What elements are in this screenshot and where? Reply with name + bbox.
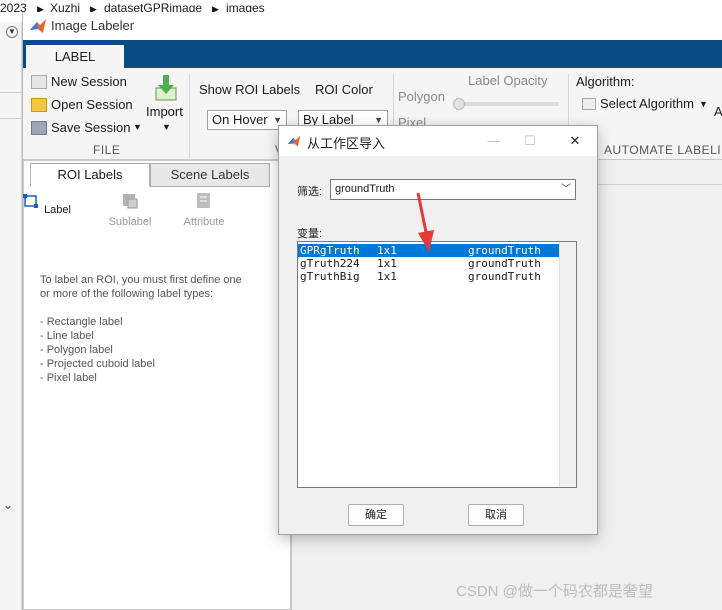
- chevron-down-icon[interactable]: ▼: [6, 26, 18, 38]
- sublabel-tool[interactable]: Sublabel: [100, 191, 160, 228]
- chevron-down-icon[interactable]: ▼: [133, 122, 142, 132]
- variable-size: 1x1: [377, 270, 397, 283]
- matlab-logo-icon: [287, 135, 301, 147]
- watermark: CSDN @做一个码农都是奢望: [456, 583, 653, 600]
- close-icon[interactable]: ✕: [565, 132, 585, 150]
- app-titlebar: Image Labeler: [23, 12, 722, 40]
- matlab-logo-icon: [30, 19, 46, 33]
- roi-color-label: ROI Color: [315, 82, 373, 97]
- divider: [0, 118, 22, 119]
- attribute-tool-text: Attribute: [183, 216, 225, 228]
- help-text-line: or more of the following label types:: [40, 288, 214, 300]
- vertical-scrollbar[interactable]: [559, 242, 576, 487]
- filter-label: 筛选:: [297, 186, 323, 198]
- import-button[interactable]: Import: [146, 104, 183, 119]
- variable-name: GPRgTruth: [300, 244, 360, 257]
- label-tool-text: Label: [44, 204, 71, 216]
- ribbon-tab-bar: [23, 40, 722, 68]
- group-title-file: FILE: [93, 143, 121, 157]
- show-roi-labels-dropdown[interactable]: On Hover ▼: [207, 110, 287, 130]
- help-text-line: - Pixel label: [40, 372, 97, 384]
- variable-type: groundTruth: [468, 257, 541, 270]
- algorithm-extra-partial: A: [714, 104, 722, 119]
- variables-label: 变量:: [297, 228, 323, 240]
- help-text-line: - Line label: [40, 330, 94, 342]
- chevron-down-icon[interactable]: ⌄: [3, 498, 13, 512]
- matlab-side-strip: ▼ ⌄: [0, 22, 22, 610]
- new-session-icon: [31, 75, 47, 89]
- algorithm-icon: [582, 98, 596, 110]
- slider-knob[interactable]: [453, 98, 465, 110]
- list-item[interactable]: gTruthBig 1x1 groundTruth: [298, 270, 560, 283]
- label-definition-icon: [23, 194, 38, 208]
- tab-scene-labels[interactable]: Scene Labels: [150, 163, 270, 187]
- save-session-button[interactable]: Save Session: [51, 120, 131, 135]
- variable-type: groundTruth: [468, 270, 541, 283]
- show-roi-labels-label: Show ROI Labels: [199, 82, 301, 97]
- import-icon: [155, 75, 177, 101]
- show-roi-labels-value: On Hover: [212, 112, 268, 127]
- dialog-titlebar: 从工作区导入 — ☐ ✕: [279, 126, 597, 156]
- list-item[interactable]: GPRgTruth 1x1 groundTruth: [298, 244, 560, 257]
- help-text-line: - Projected cuboid label: [40, 358, 155, 370]
- dialog-title: 从工作区导入: [307, 136, 386, 151]
- minimize-icon[interactable]: —: [484, 132, 504, 150]
- help-text-line: - Polygon label: [40, 344, 113, 356]
- help-text-line: To label an ROI, you must first define o…: [40, 274, 242, 286]
- variable-size: 1x1: [377, 244, 397, 257]
- group-title-automate: AUTOMATE LABELI: [604, 143, 722, 157]
- open-session-button[interactable]: Open Session: [51, 97, 133, 112]
- filter-value: groundTruth: [335, 183, 395, 195]
- chevron-down-icon[interactable]: ▼: [699, 99, 708, 109]
- variable-name: gTruth224: [300, 257, 360, 270]
- chevron-down-icon[interactable]: ▼: [162, 122, 171, 132]
- label-tool[interactable]: Label: [16, 191, 76, 216]
- sublabel-tool-text: Sublabel: [108, 216, 152, 228]
- help-text-line: - Rectangle label: [40, 316, 123, 328]
- divider: [0, 92, 22, 93]
- polygon-opacity-slider[interactable]: [453, 98, 559, 110]
- cancel-button[interactable]: 取消: [468, 504, 524, 526]
- list-item[interactable]: gTruth224 1x1 groundTruth: [298, 257, 560, 270]
- app-title: Image Labeler: [51, 18, 135, 33]
- ok-button[interactable]: 确定: [348, 504, 404, 526]
- tab-roi-labels[interactable]: ROI Labels: [30, 163, 150, 187]
- variable-size: 1x1: [377, 257, 397, 270]
- attribute-icon: [197, 193, 210, 208]
- algorithm-label: Algorithm:: [576, 74, 635, 89]
- attribute-tool[interactable]: Attribute: [174, 191, 234, 228]
- new-session-button[interactable]: New Session: [51, 74, 127, 89]
- label-opacity-title: Label Opacity: [468, 73, 548, 88]
- chevron-down-icon: ﹀: [561, 184, 571, 195]
- maximize-icon[interactable]: ☐: [520, 132, 540, 150]
- save-icon: [31, 121, 47, 135]
- polygon-opacity-label: Polygon: [398, 89, 445, 104]
- filter-dropdown[interactable]: groundTruth ﹀: [330, 179, 576, 200]
- divider: [189, 74, 190, 158]
- folder-open-icon: [31, 98, 47, 112]
- import-from-workspace-dialog: 从工作区导入 — ☐ ✕ 筛选: groundTruth ﹀ 变量: GPRgT…: [278, 125, 598, 535]
- variable-type: groundTruth: [468, 244, 541, 257]
- select-algorithm-button[interactable]: Select Algorithm: [600, 96, 694, 111]
- roi-labels-panel: ROI Labels Scene Labels Label Sublabel A…: [23, 160, 291, 610]
- variables-list[interactable]: GPRgTruth 1x1 groundTruth gTruth224 1x1 …: [297, 241, 577, 488]
- variable-name: gTruthBig: [300, 270, 360, 283]
- tab-label[interactable]: LABEL: [25, 44, 125, 68]
- sublabel-icon: [123, 194, 138, 209]
